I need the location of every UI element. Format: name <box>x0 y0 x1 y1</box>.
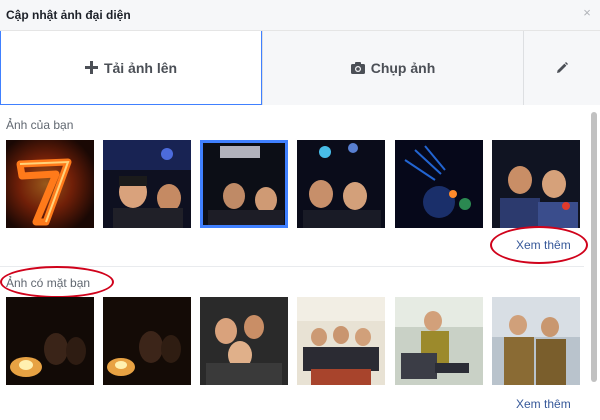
photo-thumbnail[interactable] <box>297 140 385 228</box>
your-photos-heading: Ảnh của bạn <box>6 118 74 132</box>
photo-thumbnail[interactable] <box>492 297 580 385</box>
section-divider <box>0 266 584 267</box>
photo-thumbnail-selected[interactable] <box>200 140 288 228</box>
photo-picker-content: Ảnh của bạn Xem thêm Ảnh có mặt bạn Xem … <box>0 106 600 420</box>
scrollbar[interactable] <box>591 112 597 382</box>
upload-photo-label: Tải ảnh lên <box>103 59 178 76</box>
dialog-title: Cập nhật ảnh đại diện <box>6 8 131 22</box>
photo-thumbnail[interactable] <box>6 140 94 228</box>
take-photo-button[interactable]: Chụp ảnh <box>263 31 523 105</box>
see-more-photos-of-you-link[interactable]: Xem thêm <box>516 397 571 411</box>
photo-thumbnail[interactable] <box>103 140 191 228</box>
photos-of-you-heading: Ảnh có mặt bạn <box>6 276 91 290</box>
close-button[interactable]: × <box>580 6 594 20</box>
photo-thumbnail[interactable] <box>395 140 483 228</box>
take-photo-label: Chụp ảnh <box>370 60 436 76</box>
dialog-header: Cập nhật ảnh đại diện × <box>0 0 600 31</box>
pencil-icon <box>556 62 568 74</box>
photo-thumbnail[interactable] <box>6 297 94 385</box>
photo-thumbnail[interactable] <box>395 297 483 385</box>
upload-photo-button[interactable]: Tải ảnh lên <box>0 31 262 105</box>
photo-thumbnail[interactable] <box>103 297 191 385</box>
photo-thumbnail[interactable] <box>492 140 580 228</box>
plus-icon <box>84 61 98 74</box>
action-tabs: Tải ảnh lên Chụp ảnh <box>0 31 600 105</box>
see-more-your-photos-link[interactable]: Xem thêm <box>516 238 571 252</box>
update-profile-picture-dialog: Cập nhật ảnh đại diện × Tải ảnh lên Chụp… <box>0 0 600 420</box>
photo-thumbnail[interactable] <box>200 297 288 385</box>
photo-thumbnail[interactable] <box>297 297 385 385</box>
edit-thumbnail-button[interactable] <box>524 31 600 105</box>
camera-icon <box>350 62 365 74</box>
